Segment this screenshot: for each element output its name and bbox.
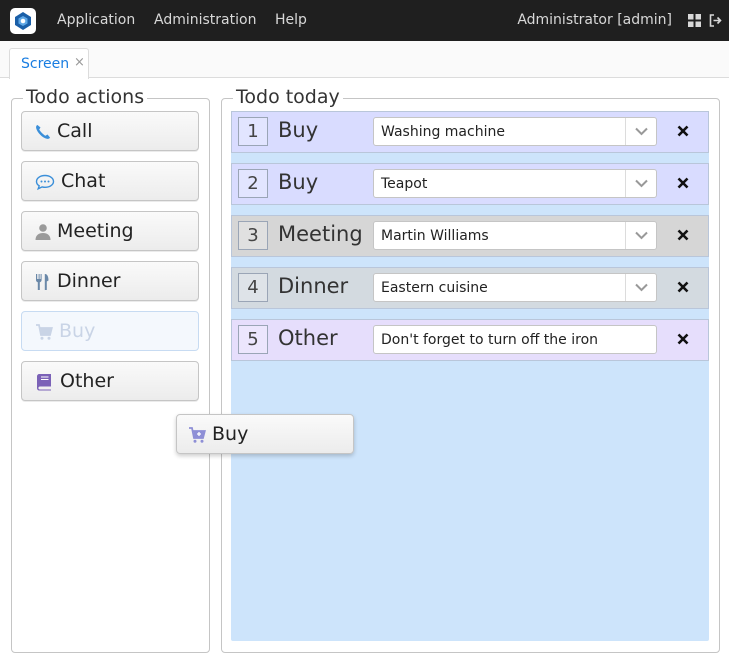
menu-application[interactable]: Application: [57, 12, 135, 28]
button-label: Other: [60, 370, 114, 392]
cart-icon: [189, 427, 206, 443]
meeting-button[interactable]: Meeting: [21, 211, 199, 251]
combobox-value: Martin Williams: [381, 228, 489, 244]
todo-row: 4 Dinner Eastern cuisine: [231, 267, 709, 309]
row-number: 3: [238, 221, 268, 250]
user-label[interactable]: Administrator [admin]: [517, 12, 672, 28]
button-label: Meeting: [57, 220, 134, 242]
tab-close-icon[interactable]: ×: [74, 55, 85, 70]
row-number: 4: [238, 273, 268, 302]
item-combobox[interactable]: Teapot: [373, 169, 657, 198]
panel-title: Todo today: [233, 86, 343, 108]
button-label: Buy: [59, 320, 96, 342]
button-label: Buy: [212, 423, 249, 445]
call-button[interactable]: Call: [21, 111, 199, 151]
chevron-down-icon: [635, 127, 648, 136]
todo-row: 3 Meeting Martin Williams: [231, 215, 709, 257]
todo-row: 2 Buy Teapot: [231, 163, 709, 205]
chevron-down-icon: [635, 283, 648, 292]
todo-row: 1 Buy Washing machine: [231, 111, 709, 153]
remove-icon[interactable]: [676, 228, 690, 242]
row-number: 1: [238, 117, 268, 146]
row-type-label: Other: [278, 326, 338, 350]
menu-administration[interactable]: Administration: [154, 12, 256, 28]
remove-icon[interactable]: [676, 280, 690, 294]
row-number: 5: [238, 325, 268, 354]
row-type-label: Meeting: [278, 222, 363, 246]
item-combobox[interactable]: Washing machine: [373, 117, 657, 146]
chat-button[interactable]: Chat: [21, 161, 199, 201]
combobox-toggle[interactable]: [625, 118, 656, 145]
button-label: Call: [57, 120, 93, 142]
button-label: Dinner: [57, 270, 121, 292]
book-icon: [37, 374, 51, 391]
button-label: Chat: [61, 170, 106, 192]
tab-screen[interactable]: Screen ×: [9, 48, 89, 79]
other-button[interactable]: Other: [21, 361, 199, 401]
dinner-button[interactable]: Dinner: [21, 261, 199, 301]
buy-button[interactable]: Buy: [21, 311, 199, 351]
logout-icon[interactable]: [709, 14, 722, 27]
note-text-field[interactable]: [373, 325, 657, 354]
app-logo-icon[interactable]: [10, 8, 36, 34]
cutlery-icon: [36, 274, 49, 290]
chevron-down-icon: [635, 231, 648, 240]
phone-icon: [36, 125, 50, 139]
cart-icon: [36, 324, 53, 340]
combobox-value: Eastern cuisine: [381, 280, 488, 296]
chevron-down-icon: [635, 179, 648, 188]
combobox-toggle[interactable]: [625, 222, 656, 249]
row-type-label: Dinner: [278, 274, 349, 298]
combobox-value: Washing machine: [381, 124, 505, 140]
combobox-toggle[interactable]: [625, 274, 656, 301]
item-combobox[interactable]: Martin Williams: [373, 221, 657, 250]
grid-layout-icon[interactable]: [688, 14, 701, 27]
menu-help[interactable]: Help: [275, 12, 307, 28]
row-type-label: Buy: [278, 118, 319, 142]
user-icon: [35, 224, 51, 240]
panel-title: Todo actions: [23, 86, 148, 108]
remove-icon[interactable]: [676, 332, 690, 346]
combobox-toggle[interactable]: [625, 170, 656, 197]
todo-row: 5 Other: [231, 319, 709, 361]
top-menubar: Application Administration Help Administ…: [0, 0, 729, 41]
item-combobox[interactable]: Eastern cuisine: [373, 273, 657, 302]
row-type-label: Buy: [278, 170, 319, 194]
combobox-value: Teapot: [381, 176, 428, 192]
tab-bar: Screen ×: [0, 41, 729, 79]
remove-icon[interactable]: [676, 176, 690, 190]
chat-bubble-icon: [35, 174, 55, 191]
drag-ghost-buy[interactable]: Buy: [176, 414, 354, 454]
row-number: 2: [238, 169, 268, 198]
remove-icon[interactable]: [676, 124, 690, 138]
tab-label: Screen: [21, 56, 70, 72]
